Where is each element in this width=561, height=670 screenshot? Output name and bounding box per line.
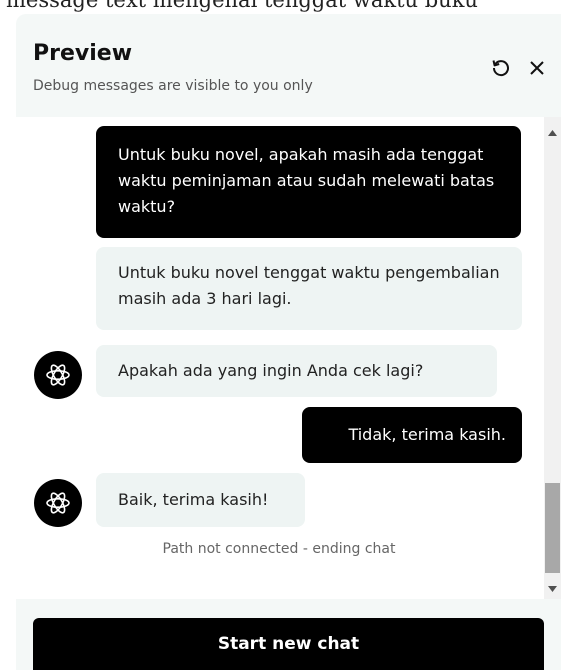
- preview-panel: Preview Debug messages are visible to yo…: [16, 14, 561, 670]
- chat-message-list[interactable]: Untuk buku novel, apakah masih ada tengg…: [16, 117, 544, 599]
- assistant-logo-icon: [34, 351, 82, 399]
- panel-footer: Start new chat: [16, 599, 561, 670]
- bot-message: Baik, terima kasih!: [96, 473, 305, 527]
- start-new-chat-button[interactable]: Start new chat: [33, 618, 544, 670]
- user-message: Tidak, terima kasih.: [302, 407, 522, 463]
- bot-message: Apakah ada yang ingin Anda cek lagi?: [96, 345, 497, 397]
- scrollbar-thumb[interactable]: [545, 483, 560, 573]
- scroll-up-arrow-icon[interactable]: [544, 124, 561, 141]
- panel-subtitle: Debug messages are visible to you only: [33, 78, 313, 94]
- refresh-icon[interactable]: [488, 55, 514, 81]
- chat-scrollbar[interactable]: [544, 117, 561, 599]
- user-message: Untuk buku novel, apakah masih ada tengg…: [96, 126, 521, 238]
- close-icon[interactable]: [524, 55, 550, 81]
- panel-header: Preview Debug messages are visible to yo…: [16, 14, 561, 117]
- bot-message: Untuk buku novel tenggat waktu pengembal…: [96, 247, 522, 330]
- panel-title: Preview: [33, 41, 133, 66]
- assistant-logo-icon: [34, 479, 82, 527]
- chat-status-text: Path not connected - ending chat: [162, 541, 396, 557]
- scroll-down-arrow-icon[interactable]: [544, 580, 561, 597]
